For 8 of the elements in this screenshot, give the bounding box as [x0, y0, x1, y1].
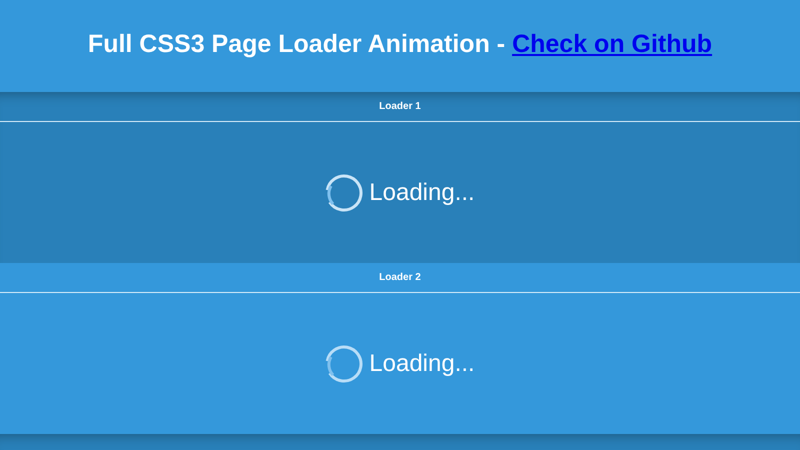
github-link[interactable]: Check on Github	[512, 30, 712, 58]
loading-text: Loading...	[369, 350, 475, 378]
spinner-icon	[325, 174, 364, 212]
page-title: Full CSS3 Page Loader Animation - Check on Github	[88, 30, 712, 60]
loading-text: Loading...	[369, 178, 475, 206]
loader-label: Loader 2	[379, 272, 421, 283]
spinner-icon	[325, 344, 364, 382]
loader-label: Loader 1	[379, 101, 421, 112]
